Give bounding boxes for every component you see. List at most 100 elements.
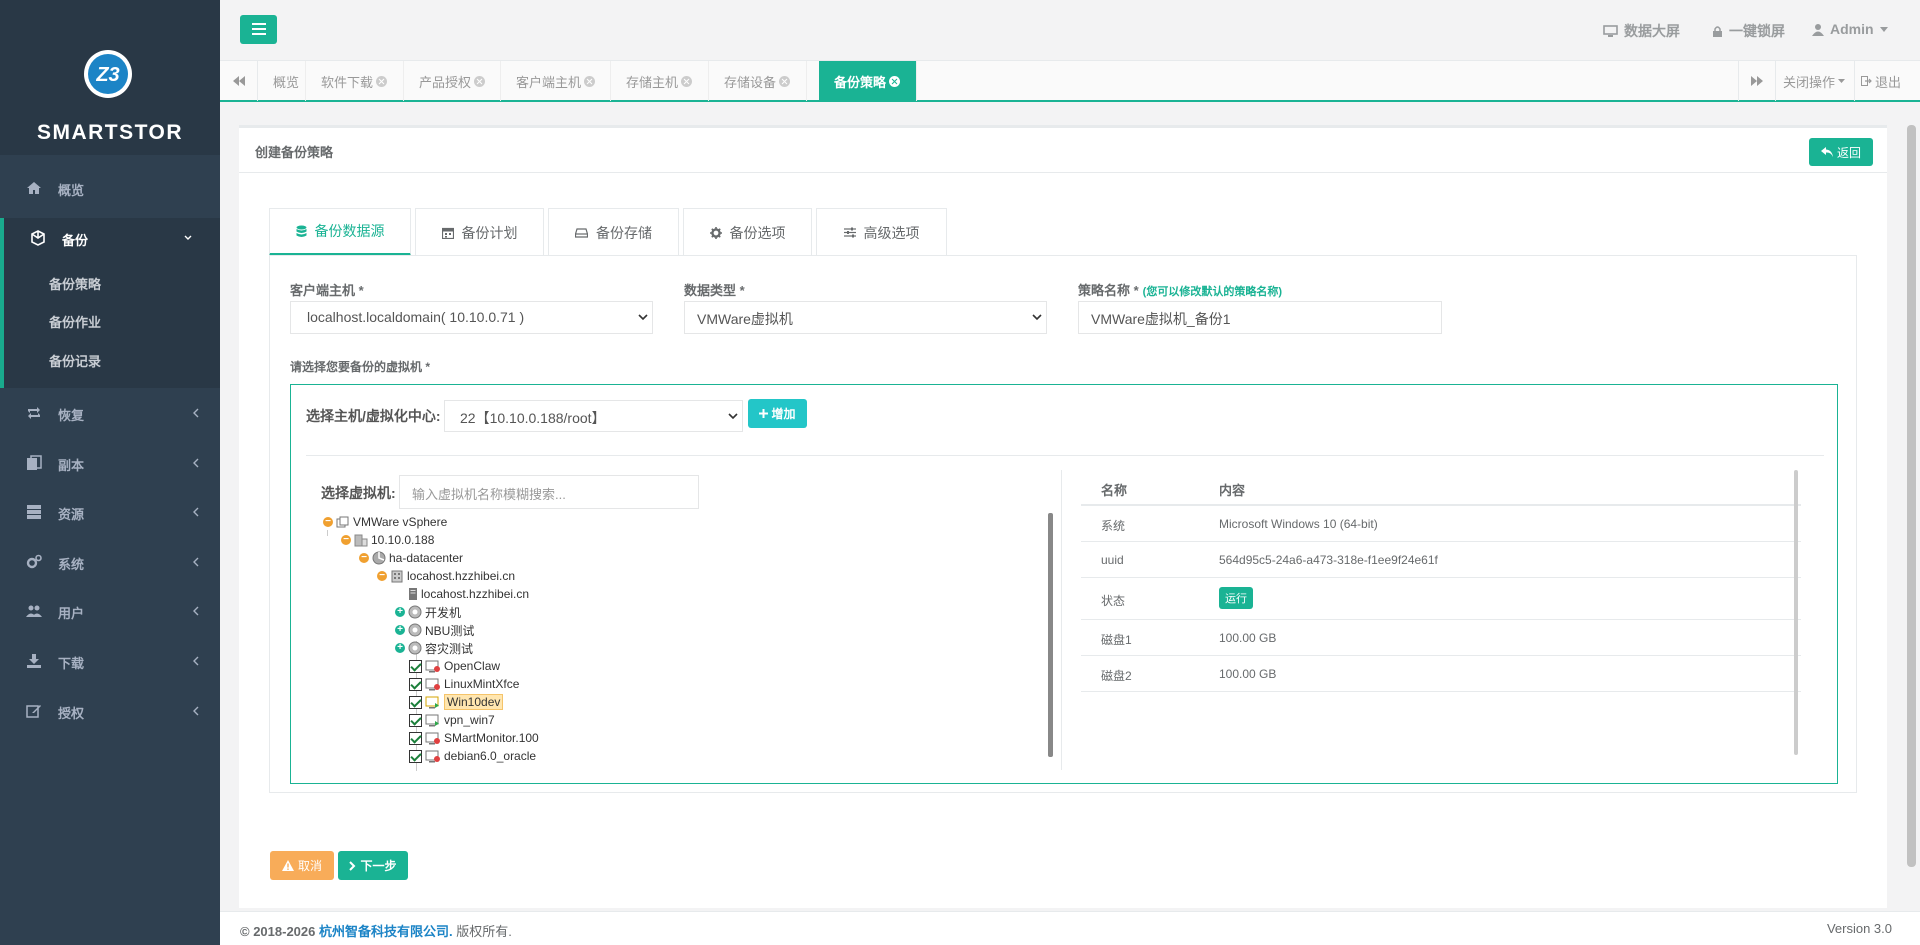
tree-scrollbar[interactable] — [1048, 513, 1053, 757]
tab-backup-policy[interactable]: 备份策略 — [819, 61, 917, 101]
tab-client-host[interactable]: 客户端主机 — [501, 61, 611, 101]
vm-checkbox[interactable] — [409, 731, 422, 745]
calendar-icon — [441, 227, 454, 239]
sidebar-item-backup[interactable]: 备份 — [0, 218, 220, 258]
wizard-tab-storage[interactable]: 备份存储 — [548, 208, 679, 256]
wizard-tab-options[interactable]: 备份选项 — [683, 208, 812, 256]
tree-node-datacenter[interactable]: − ha-datacenter — [359, 549, 463, 567]
copyright-years: © 2018-2026 — [240, 924, 316, 939]
add-host-button[interactable]: 增加 — [748, 399, 807, 428]
vm-checkbox[interactable] — [409, 659, 422, 673]
vm-search-placeholder: 输入虚拟机名称模糊搜索... — [412, 487, 566, 502]
close-operations-dropdown[interactable]: 关闭操作 — [1783, 61, 1846, 101]
tree-node-vm[interactable]: debian6.0_oracle — [409, 747, 536, 765]
data-type-select[interactable]: VMWare虚拟机 — [684, 301, 1047, 334]
tab-close-icon[interactable] — [779, 75, 791, 87]
tab-storage-host[interactable]: 存储主机 — [611, 61, 709, 101]
collapse-icon[interactable]: − — [377, 571, 387, 581]
sidebar-item-users[interactable]: 用户 — [0, 591, 220, 631]
sidebar-subitem-backup-record[interactable]: 备份记录 — [49, 351, 101, 370]
tree-node-vm[interactable]: LinuxMintXfce — [409, 675, 519, 693]
tree-node-esxi[interactable]: locahost.hzzhibei.cn — [408, 585, 529, 603]
chevron-left-icon — [193, 458, 199, 468]
tabs-scroll-right-button[interactable] — [1738, 61, 1776, 101]
page-scrollbar[interactable] — [1907, 125, 1916, 867]
sidebar-item-system[interactable]: 系统 — [0, 542, 220, 582]
host-select[interactable]: 22【10.10.0.188/root】 — [444, 400, 743, 432]
desktop-icon — [1603, 24, 1618, 37]
dashboard-link[interactable]: 数据大屏 — [1603, 21, 1680, 41]
client-host-select[interactable]: localhost.localdomain( 10.10.0.71 ) — [290, 301, 653, 334]
tab-close-icon[interactable] — [681, 75, 693, 87]
tab-product-license[interactable]: 产品授权 — [404, 61, 501, 101]
logout-button[interactable]: 退出 — [1854, 61, 1901, 101]
data-type-label: 数据类型 * — [684, 283, 745, 298]
vm-details-divider — [1061, 470, 1062, 770]
next-step-button[interactable]: 下一步 — [338, 851, 408, 880]
details-scrollbar[interactable] — [1794, 470, 1798, 755]
sidebar-item-restore[interactable]: 恢复 — [0, 393, 220, 433]
tabs-scroll-left-button[interactable] — [220, 61, 258, 101]
tree-node-vm-selected[interactable]: Win10dev — [409, 693, 504, 711]
lock-screen-link[interactable]: 一键锁屏 — [1712, 21, 1785, 41]
details-row-disk1: 磁盘1 100.00 GB — [1081, 620, 1801, 656]
expand-icon[interactable]: + — [395, 625, 405, 635]
sidebar-toggle-button[interactable] — [240, 15, 277, 44]
expand-icon[interactable]: + — [395, 607, 405, 617]
wizard-tab-advanced[interactable]: 高级选项 — [816, 208, 947, 256]
tree-node-cluster[interactable]: − locahost.hzzhibei.cn — [377, 567, 515, 585]
user-menu[interactable]: Admin — [1812, 21, 1888, 37]
vm-checkbox[interactable] — [409, 677, 422, 691]
collapse-icon[interactable]: − — [341, 535, 351, 545]
company-link[interactable]: 杭州智备科技有限公司. — [319, 924, 453, 939]
wizard-tab-schedule[interactable]: 备份计划 — [415, 208, 544, 256]
tab-overview[interactable]: 概览 — [258, 61, 306, 101]
cube-icon — [31, 230, 45, 246]
vm-checkbox[interactable] — [409, 713, 422, 727]
datacenter-icon — [372, 551, 386, 565]
sidebar-item-license[interactable]: 授权 — [0, 691, 220, 731]
details-value: Microsoft Windows 10 (64-bit) — [1219, 517, 1378, 531]
tree-node-pool-dr[interactable]: + 容灾测试 — [395, 639, 473, 657]
vm-off-icon — [425, 750, 440, 762]
tab-close-icon[interactable] — [584, 75, 596, 87]
tree-node-vsphere[interactable]: − VMWare vSphere — [323, 513, 447, 531]
collapse-icon[interactable]: − — [323, 517, 333, 527]
sidebar-item-download[interactable]: 下载 — [0, 641, 220, 681]
expand-icon[interactable]: + — [395, 643, 405, 653]
details-value: 100.00 GB — [1219, 631, 1277, 645]
sidebar-subitem-backup-policy[interactable]: 备份策略 — [49, 274, 101, 293]
tree-node-pool-nbu[interactable]: + NBU测试 — [395, 621, 474, 639]
svg-text:Z3: Z3 — [95, 64, 119, 86]
vm-search-input[interactable]: 输入虚拟机名称模糊搜索... — [399, 475, 699, 509]
details-row-uuid: uuid 564d95c5-24a6-a473-318e-f1ee9f24e61… — [1081, 542, 1801, 578]
tree-node-label: locahost.hzzhibei.cn — [407, 569, 516, 583]
wizard-tab-data-source[interactable]: 备份数据源 — [269, 208, 411, 256]
sidebar-subitem-backup-job[interactable]: 备份作业 — [49, 312, 101, 331]
sidebar-item-replica[interactable]: 副本 — [0, 443, 220, 483]
tab-close-icon[interactable] — [889, 75, 901, 87]
chevron-left-icon — [193, 656, 199, 666]
bars-icon — [252, 23, 266, 35]
policy-name-input[interactable]: VMWare虚拟机_备份1 — [1078, 301, 1442, 334]
tab-storage-device[interactable]: 存储设备 — [709, 61, 807, 101]
sidebar-item-overview[interactable]: 概览 — [0, 168, 220, 208]
vm-checkbox[interactable] — [409, 749, 422, 763]
tree-node-vm[interactable]: OpenClaw — [409, 657, 500, 675]
tree-node-label: locahost.hzzhibei.cn — [421, 587, 530, 601]
tab-close-icon[interactable] — [474, 75, 486, 87]
details-row-disk2: 磁盘2 100.00 GB — [1081, 656, 1801, 692]
wizard-tab-label: 高级选项 — [863, 224, 920, 241]
tree-node-vm[interactable]: SMartMonitor.100 — [409, 729, 539, 747]
vm-checkbox[interactable] — [409, 695, 422, 709]
tab-software-download[interactable]: 软件下载 — [306, 61, 404, 101]
details-key: 状态 — [1101, 594, 1126, 608]
cancel-button[interactable]: 取消 — [270, 851, 334, 880]
sidebar-item-resources[interactable]: 资源 — [0, 492, 220, 532]
tree-node-vm[interactable]: vpn_win7 — [409, 711, 495, 729]
tree-node-host[interactable]: − 10.10.0.188 — [341, 531, 434, 549]
tab-close-icon[interactable] — [376, 75, 388, 87]
tree-node-pool-dev[interactable]: + 开发机 — [395, 603, 461, 621]
collapse-icon[interactable]: − — [359, 553, 369, 563]
back-button[interactable]: 返回 — [1809, 138, 1873, 166]
